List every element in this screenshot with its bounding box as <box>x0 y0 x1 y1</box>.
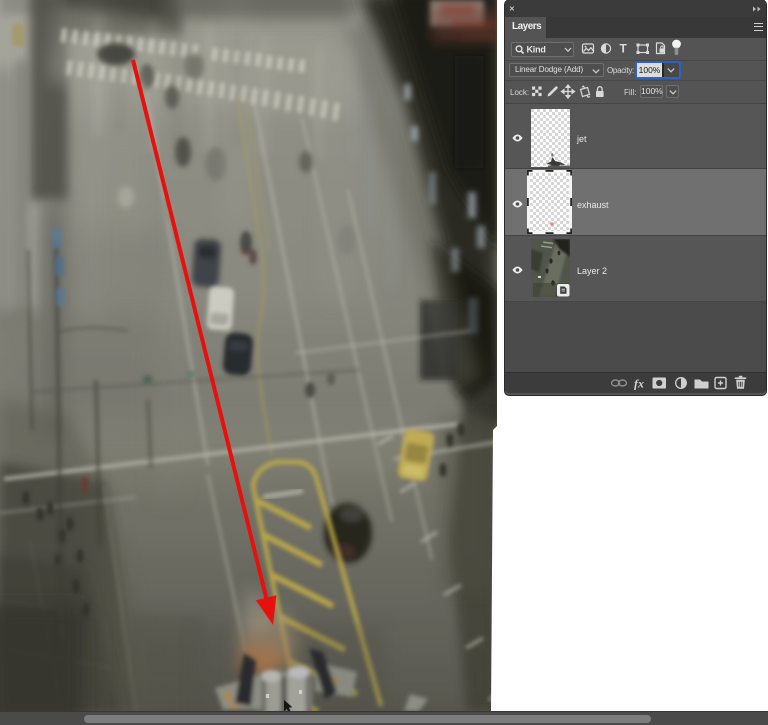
svg-text:T: T <box>620 42 628 56</box>
svg-text:fx: fx <box>634 377 644 391</box>
